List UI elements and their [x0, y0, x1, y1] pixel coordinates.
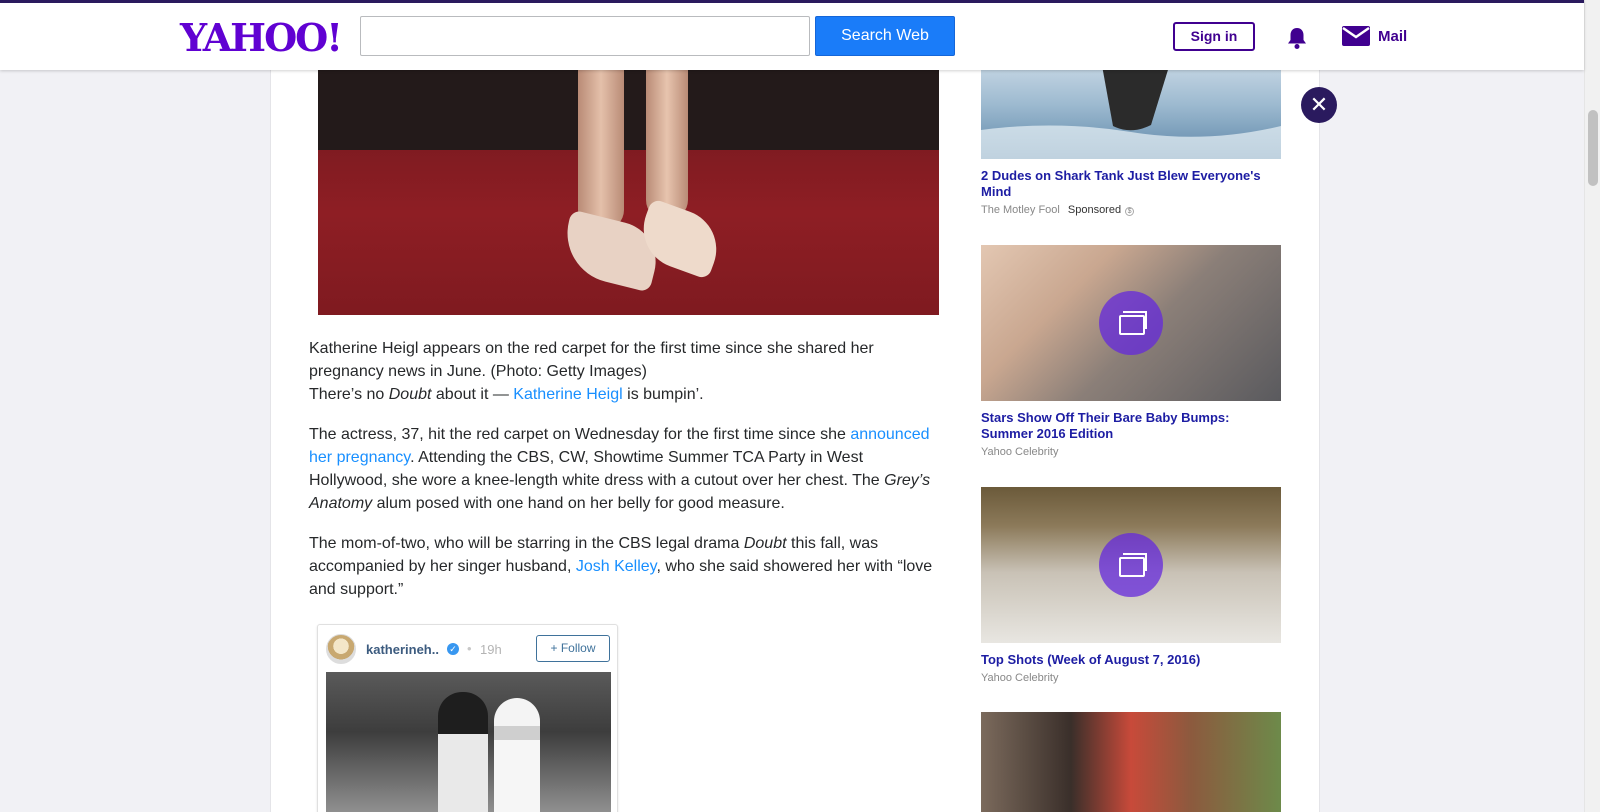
header-bar: YAHOO! Search Web Sign in Mail: [0, 0, 1584, 70]
next-slideshow-image: [981, 712, 1281, 812]
slideshow-title[interactable]: Top Shots (Week of August 7, 2016): [981, 652, 1281, 668]
sidebar-item-baby-bumps[interactable]: Stars Show Off Their Bare Baby Bumps: Su…: [981, 245, 1281, 458]
josh-kelley-link[interactable]: Josh Kelley: [576, 558, 657, 575]
notification-bell-icon[interactable]: [1284, 25, 1310, 51]
ad-source: The Motley Fool Sponsored $: [981, 204, 1281, 216]
article-paragraph-2: The actress, 37, hit the red carpet on W…: [309, 426, 931, 512]
baby-bumps-image: [981, 245, 1281, 401]
instagram-username[interactable]: katherineh..: [366, 642, 439, 657]
sidebar-item-top-shots[interactable]: Top Shots (Week of August 7, 2016) Yahoo…: [981, 487, 1281, 684]
sign-in-button[interactable]: Sign in: [1173, 22, 1255, 51]
verified-badge-icon: ✓: [447, 643, 459, 655]
instagram-embed: katherineh.. ✓ • 19h + Follow: [317, 624, 618, 812]
search-web-button[interactable]: Search Web: [815, 16, 955, 56]
gallery-icon[interactable]: [1099, 291, 1163, 355]
katherine-heigl-link[interactable]: Katherine Heigl: [513, 386, 622, 403]
ad-info-icon[interactable]: $: [1125, 207, 1135, 216]
scrollbar-thumb[interactable]: [1588, 110, 1598, 186]
photo-caption: Katherine Heigl appears on the red carpe…: [309, 340, 874, 380]
mail-label: Mail: [1378, 27, 1408, 45]
yahoo-logo[interactable]: YAHOO!: [180, 15, 343, 60]
gallery-icon[interactable]: [1099, 533, 1163, 597]
avatar[interactable]: [326, 634, 356, 664]
slideshow-source: Yahoo Celebrity: [981, 446, 1059, 458]
follow-button[interactable]: + Follow: [536, 635, 610, 662]
mail-link[interactable]: Mail: [1342, 26, 1407, 46]
post-time: 19h: [480, 642, 502, 657]
scrollbar[interactable]: [1584, 0, 1600, 812]
sponsored-label: Sponsored: [1067, 204, 1122, 216]
article-body: Katherine Heigl appears on the red carpe…: [309, 337, 939, 618]
instagram-photo[interactable]: [326, 672, 611, 812]
sidebar-item-next[interactable]: [981, 712, 1281, 812]
top-shots-image: [981, 487, 1281, 643]
hero-backdrop: [318, 60, 939, 150]
close-button[interactable]: ✕: [1301, 87, 1337, 123]
article-paragraph-1: There’s no Doubt about it — Katherine He…: [309, 386, 704, 403]
shark-fin-image: [981, 60, 1281, 159]
sidebar-ad-shark-tank[interactable]: 2 Dudes on Shark Tank Just Blew Everyone…: [981, 60, 1281, 216]
article-hero-image: [318, 60, 939, 315]
slideshow-title[interactable]: Stars Show Off Their Bare Baby Bumps: Su…: [981, 410, 1281, 442]
article-paragraph-3: The mom-of-two, who will be starring in …: [309, 535, 933, 598]
search-input[interactable]: [360, 16, 810, 56]
slideshow-source: Yahoo Celebrity: [981, 672, 1059, 684]
mail-icon: [1342, 26, 1370, 46]
ad-title[interactable]: 2 Dudes on Shark Tank Just Blew Everyone…: [981, 168, 1281, 200]
separator-dot: •: [467, 641, 472, 656]
